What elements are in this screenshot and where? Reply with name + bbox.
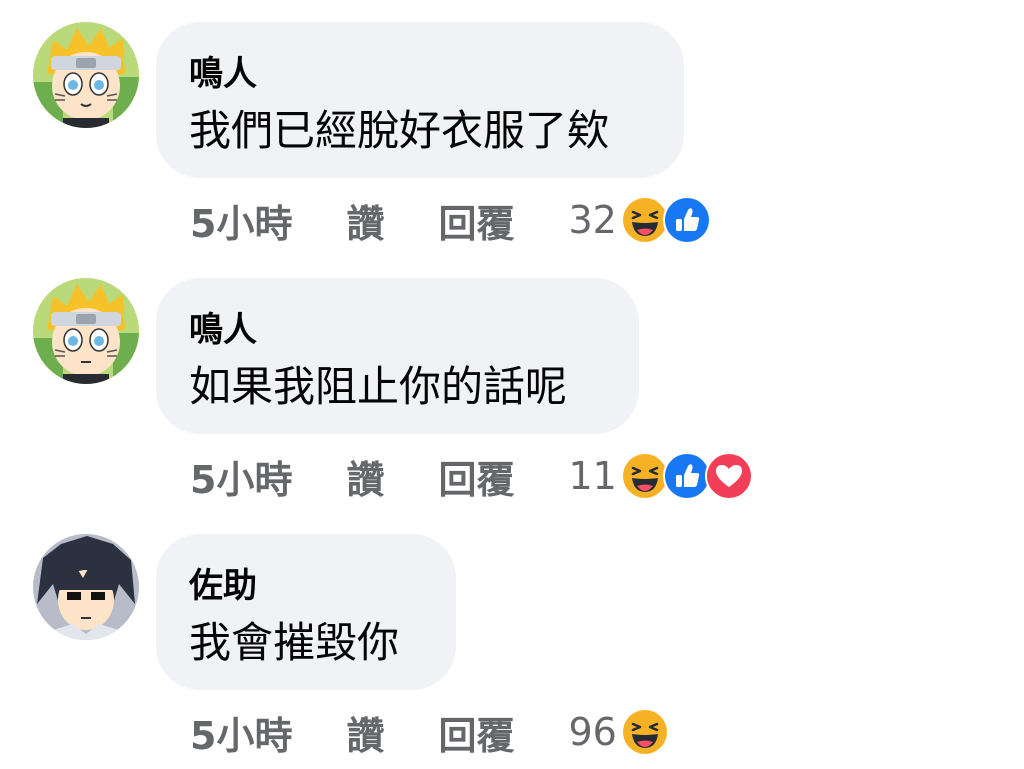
haha-reaction-icon bbox=[620, 196, 669, 244]
comment-author[interactable]: 佐助 bbox=[189, 564, 422, 608]
like-button[interactable]: 讚 bbox=[346, 193, 384, 248]
like-reaction-icon bbox=[662, 196, 711, 244]
avatar-sasuke[interactable] bbox=[33, 534, 139, 640]
comment-actions: 5小時 讚 回覆 96 bbox=[190, 704, 669, 760]
reaction-count[interactable]: 96 bbox=[568, 710, 616, 754]
reply-button[interactable]: 回覆 bbox=[438, 705, 514, 760]
comment-bubble[interactable]: 鳴人 如果我阻止你的話呢 bbox=[156, 278, 639, 434]
avatar-naruto[interactable] bbox=[33, 22, 139, 128]
comment-author[interactable]: 鳴人 bbox=[189, 52, 650, 96]
reaction-icons[interactable] bbox=[620, 452, 753, 500]
comment-bubble[interactable]: 鳴人 我們已經脫好衣服了欸 bbox=[156, 22, 684, 178]
comment-time[interactable]: 5小時 bbox=[190, 193, 292, 248]
naruto-avatar-icon bbox=[33, 278, 139, 384]
reaction-icons[interactable] bbox=[620, 196, 711, 244]
reply-button[interactable]: 回覆 bbox=[438, 193, 514, 248]
love-reaction-icon bbox=[704, 452, 753, 500]
comment-actions: 5小時 讚 回覆 32 bbox=[190, 192, 711, 248]
comment-author[interactable]: 鳴人 bbox=[189, 308, 605, 352]
reaction-count[interactable]: 32 bbox=[568, 198, 616, 242]
sasuke-avatar-icon bbox=[33, 534, 139, 640]
like-reaction-icon bbox=[662, 452, 711, 500]
comment-actions: 5小時 讚 回覆 11 bbox=[190, 448, 753, 504]
comment-time[interactable]: 5小時 bbox=[190, 705, 292, 760]
comment-bubble[interactable]: 佐助 我會摧毀你 bbox=[156, 534, 456, 690]
comment-time[interactable]: 5小時 bbox=[190, 449, 292, 504]
avatar-naruto[interactable] bbox=[33, 278, 139, 384]
haha-reaction-icon bbox=[620, 708, 669, 756]
reaction-icons[interactable] bbox=[620, 708, 669, 756]
comment-text: 我會摧毀你 bbox=[189, 618, 400, 667]
reaction-count[interactable]: 11 bbox=[568, 454, 616, 498]
reply-button[interactable]: 回覆 bbox=[438, 449, 514, 504]
comment-text: 如果我阻止你的話呢 bbox=[189, 362, 568, 411]
naruto-avatar-icon bbox=[33, 22, 139, 128]
like-button[interactable]: 讚 bbox=[346, 705, 384, 760]
comment-text: 我們已經脫好衣服了欸 bbox=[189, 106, 610, 155]
haha-reaction-icon bbox=[620, 452, 669, 500]
like-button[interactable]: 讚 bbox=[346, 449, 384, 504]
